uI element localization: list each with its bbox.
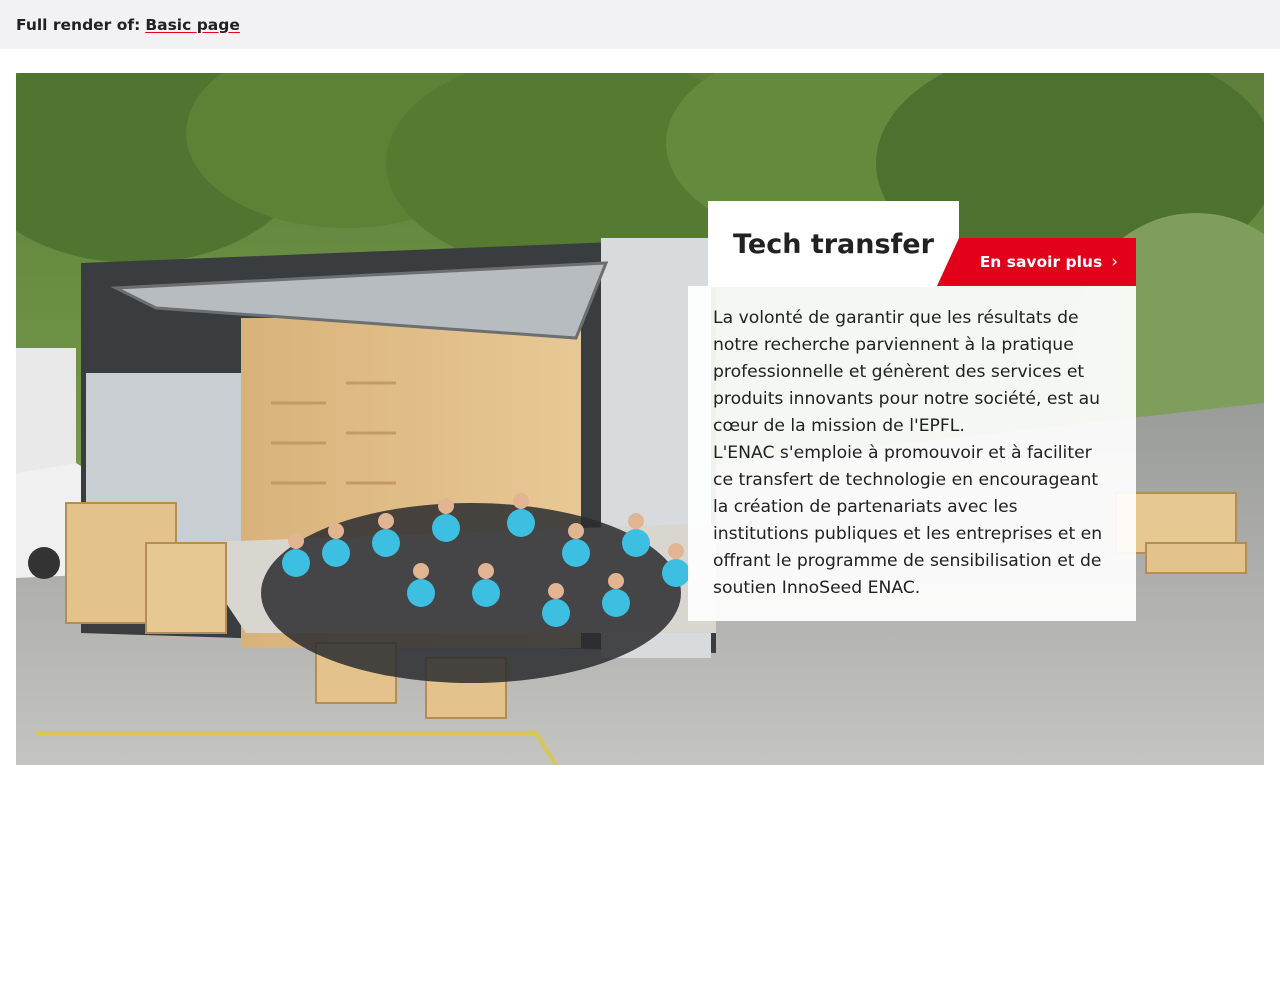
basic-page-link[interactable]: Basic page xyxy=(145,16,240,34)
learn-more-button[interactable]: En savoir plus › xyxy=(937,238,1136,286)
render-header: Full render of: Basic page xyxy=(0,0,1280,49)
hero-description: La volonté de garantir que les résultats… xyxy=(688,286,1136,621)
render-prefix: Full render of: xyxy=(16,15,141,34)
hero-paragraph: La volonté de garantir que les résultats… xyxy=(713,308,1101,436)
learn-more-label: En savoir plus xyxy=(979,253,1103,271)
chevron-right-icon: › xyxy=(1111,252,1118,272)
hero-paragraph: L'ENAC s'emploie à promouvoir et à facil… xyxy=(713,443,1103,598)
hero-title: Tech transfer xyxy=(733,228,934,260)
title-box: Tech transfer xyxy=(708,201,959,287)
hero-section: Tech transfer En savoir plus › La volont… xyxy=(16,73,1264,765)
